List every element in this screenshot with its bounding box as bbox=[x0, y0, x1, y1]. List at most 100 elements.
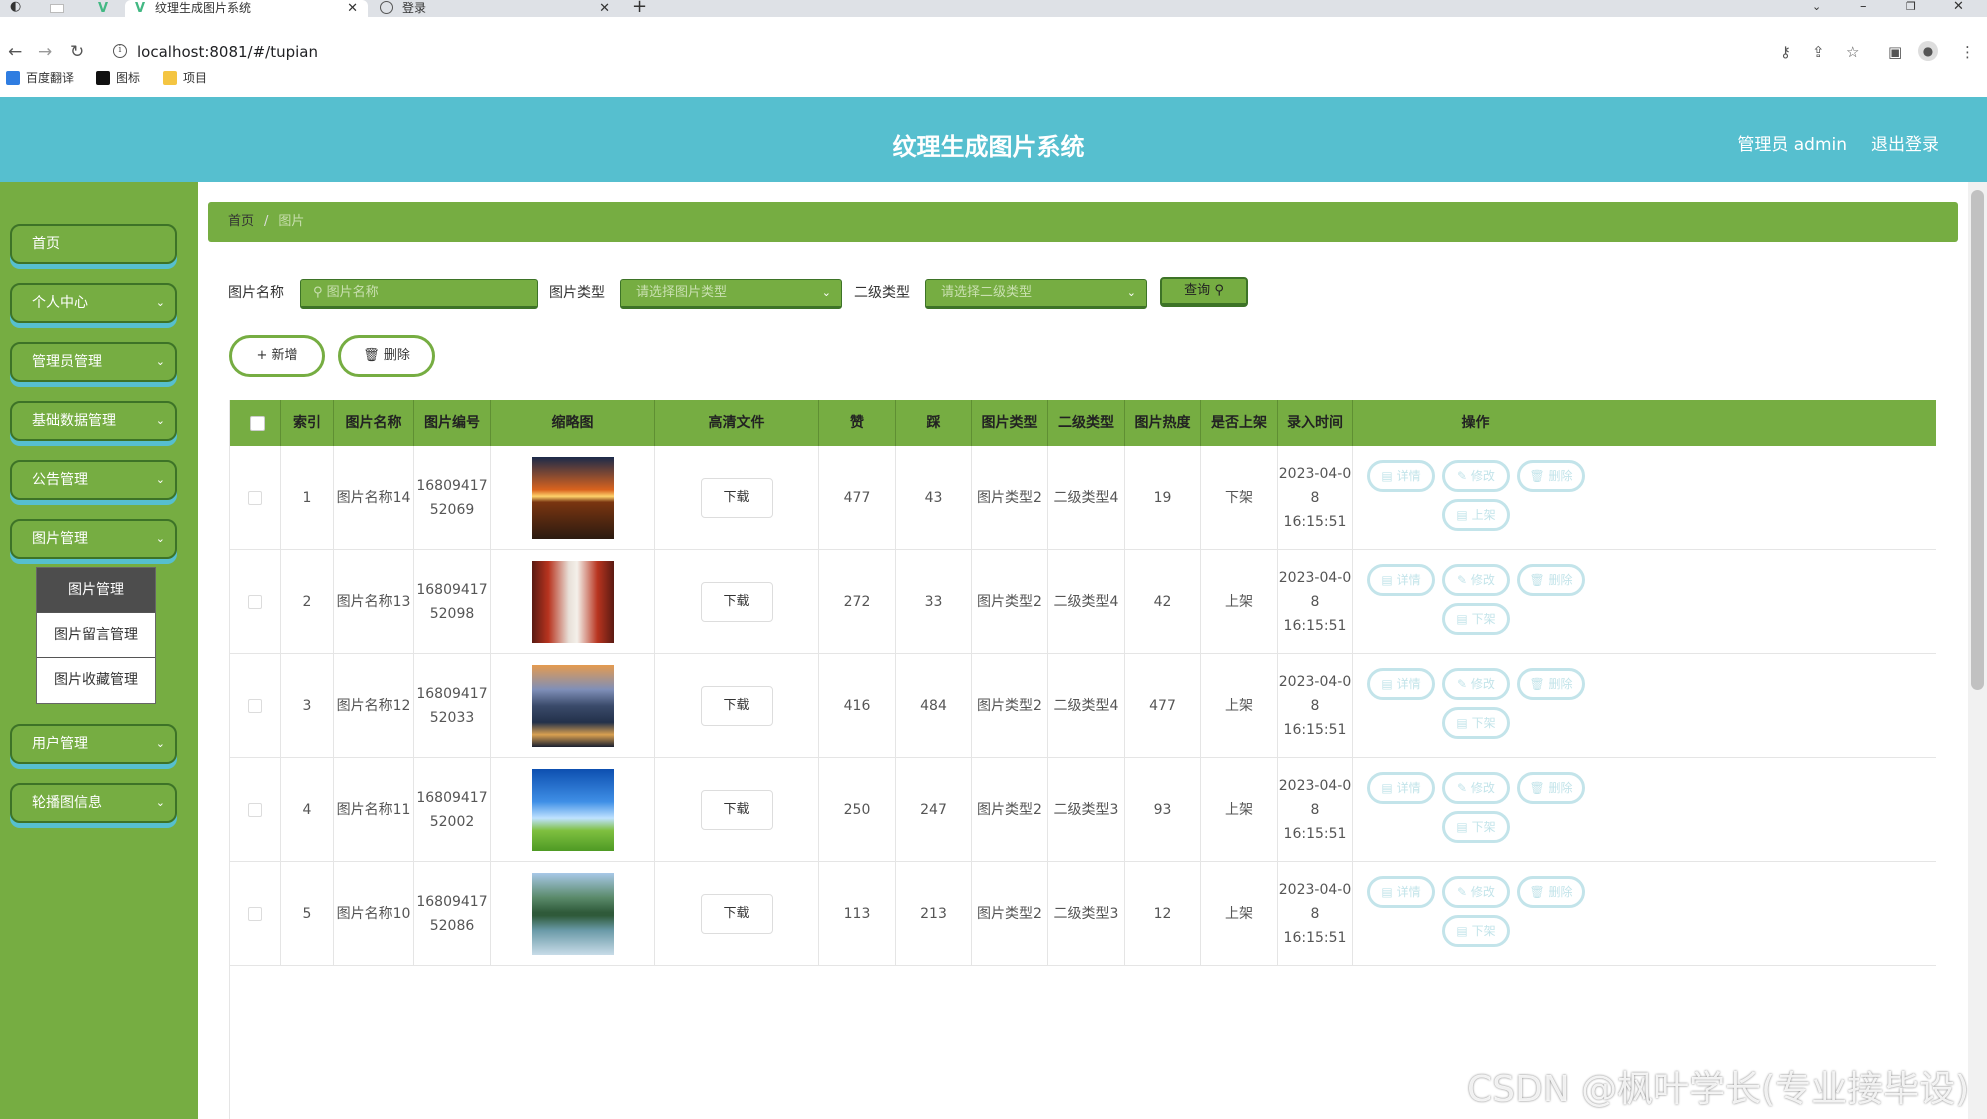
delete-button[interactable]: 🗑︎ 删除 bbox=[338, 335, 435, 377]
translate-icon bbox=[6, 71, 20, 85]
url-text[interactable]: localhost:8081/#/tupian bbox=[137, 43, 318, 61]
row-delete-button[interactable]: 🗑︎ 删除 bbox=[1517, 564, 1585, 596]
bookmark-label: 图标 bbox=[116, 71, 141, 85]
reload-icon[interactable]: ↻ bbox=[70, 42, 84, 62]
minimize-icon[interactable]: – bbox=[1860, 0, 1867, 14]
action-buttons: ▤ 详情 ✎ 修改 🗑︎ 删除 ▤ 下架 bbox=[1353, 550, 1598, 654]
breadcrumb-home[interactable]: 首页 bbox=[228, 214, 254, 229]
download-button[interactable]: 下载 bbox=[700, 894, 773, 934]
sidepanel-icon[interactable]: ▣ bbox=[1888, 43, 1902, 61]
row-delete-button[interactable]: 🗑︎ 删除 bbox=[1517, 876, 1585, 908]
subtype-select[interactable]: 请选择二级类型 ⌄ bbox=[925, 279, 1147, 309]
more-menu-icon[interactable]: ⋮ bbox=[1960, 43, 1975, 61]
download-button[interactable]: 下载 bbox=[700, 582, 773, 622]
name-cell: 图片名称10 bbox=[334, 862, 414, 966]
submenu-image-manage[interactable]: 图片管理 bbox=[37, 568, 155, 613]
sidebar-item-carousel[interactable]: 轮播图信息 ⌄ bbox=[10, 783, 177, 823]
row-delete-label: 删除 bbox=[1548, 677, 1573, 691]
back-icon[interactable]: ← bbox=[8, 42, 22, 62]
download-button[interactable]: 下载 bbox=[700, 790, 773, 830]
download-button[interactable]: 下载 bbox=[700, 686, 773, 726]
share-icon[interactable]: ⇪ bbox=[1812, 43, 1825, 61]
star-icon[interactable]: ☆ bbox=[1846, 43, 1859, 61]
toggle-shelf-button[interactable]: ▤ 下架 bbox=[1442, 603, 1510, 635]
detail-button[interactable]: ▤ 详情 bbox=[1367, 772, 1435, 804]
type-cell: 图片类型2 bbox=[972, 550, 1048, 654]
type-cell: 图片类型2 bbox=[972, 862, 1048, 966]
row-delete-button[interactable]: 🗑︎ 删除 bbox=[1517, 668, 1585, 700]
sidebar-item-home[interactable]: 首页 bbox=[10, 224, 177, 264]
thumbnail-image-sky-meadow[interactable] bbox=[531, 769, 614, 851]
sidebar-item-label: 公告管理 bbox=[32, 472, 88, 488]
delete-label: 删除 bbox=[383, 348, 410, 363]
sidebar-item-label: 轮播图信息 bbox=[32, 795, 102, 811]
row-checkbox[interactable] bbox=[248, 595, 262, 609]
type-select[interactable]: 请选择图片类型 ⌄ bbox=[620, 279, 842, 309]
thumbnail-image-sunset-road[interactable] bbox=[531, 457, 614, 539]
bookmark-icons[interactable]: 图标 bbox=[96, 66, 140, 90]
detail-button[interactable]: ▤ 详情 bbox=[1367, 460, 1435, 492]
sidebar-item-basic-data[interactable]: 基础数据管理 ⌄ bbox=[10, 401, 177, 441]
app-header: 纹理生成图片系统 管理员 admin 退出登录 bbox=[0, 97, 1987, 182]
edit-button[interactable]: ✎ 修改 bbox=[1442, 564, 1510, 596]
like-cell: 272 bbox=[819, 550, 896, 654]
restore-icon[interactable]: ❐ bbox=[1906, 0, 1916, 14]
logout-link[interactable]: 退出登录 bbox=[1871, 130, 1939, 155]
forward-icon[interactable]: → bbox=[38, 42, 52, 62]
sidebar-item-notice[interactable]: 公告管理 ⌄ bbox=[10, 460, 177, 500]
query-button[interactable]: 查询 ⚲ bbox=[1160, 277, 1248, 307]
add-button[interactable]: + 新增 bbox=[229, 335, 325, 377]
detail-button[interactable]: ▤ 详情 bbox=[1367, 668, 1435, 700]
sidebar-item-personal-center[interactable]: 个人中心 ⌄ bbox=[10, 283, 177, 323]
app-title: 纹理生成图片系统 bbox=[892, 133, 1085, 161]
row-checkbox[interactable] bbox=[248, 907, 262, 921]
row-checkbox[interactable] bbox=[248, 803, 262, 817]
document-icon: ▤ bbox=[1456, 508, 1472, 522]
close-icon[interactable]: ✕ bbox=[599, 0, 610, 17]
edit-button[interactable]: ✎ 修改 bbox=[1442, 876, 1510, 908]
key-icon[interactable]: ⚷ bbox=[1780, 43, 1791, 61]
row-delete-button[interactable]: 🗑︎ 删除 bbox=[1517, 772, 1585, 804]
checkbox[interactable] bbox=[250, 416, 265, 431]
document-icon: ▤ bbox=[1381, 781, 1397, 795]
scrollbar-thumb[interactable] bbox=[1971, 190, 1984, 690]
detail-button[interactable]: ▤ 详情 bbox=[1367, 564, 1435, 596]
tab-active[interactable]: V 纹理生成图片系统 ✕ bbox=[125, 0, 368, 17]
browser-menu-icon[interactable]: ◐ bbox=[10, 0, 21, 14]
sidebar-item-admin[interactable]: 管理员管理 ⌄ bbox=[10, 342, 177, 382]
date-line-1: 2023-04-0 bbox=[1278, 570, 1352, 586]
edit-button[interactable]: ✎ 修改 bbox=[1442, 460, 1510, 492]
bookmark-baidu-translate[interactable]: 百度翻译 bbox=[6, 66, 74, 90]
close-icon[interactable]: ✕ bbox=[347, 0, 358, 17]
row-checkbox[interactable] bbox=[248, 491, 262, 505]
thumbnail-image-karst-lake[interactable] bbox=[531, 873, 614, 955]
info-icon[interactable]: i bbox=[113, 44, 127, 58]
download-button[interactable]: 下载 bbox=[700, 478, 773, 518]
actions-cell: ▤ 详情 ✎ 修改 🗑︎ 删除 ▤ 下架 bbox=[1353, 550, 1598, 654]
toggle-shelf-button[interactable]: ▤ 下架 bbox=[1442, 915, 1510, 947]
thumbnail-image-mountain-city[interactable] bbox=[531, 665, 614, 747]
sidebar-item-user[interactable]: 用户管理 ⌄ bbox=[10, 724, 177, 764]
watermark: CSDN @枫叶学长(专业接毕设) bbox=[1467, 1069, 1970, 1110]
edit-button[interactable]: ✎ 修改 bbox=[1442, 668, 1510, 700]
thumbnail-image-red-corridor[interactable] bbox=[531, 561, 614, 643]
row-checkbox[interactable] bbox=[248, 699, 262, 713]
header-select-all[interactable] bbox=[230, 400, 281, 446]
detail-button[interactable]: ▤ 详情 bbox=[1367, 876, 1435, 908]
toggle-shelf-button[interactable]: ▤ 下架 bbox=[1442, 811, 1510, 843]
name-search-input[interactable]: ⚲ 图片名称 bbox=[300, 279, 538, 309]
sidebar-item-image[interactable]: 图片管理 ⌄ bbox=[10, 519, 177, 559]
toggle-shelf-button[interactable]: ▤ 上架 bbox=[1442, 499, 1510, 531]
bookmark-project[interactable]: 项目 bbox=[163, 66, 207, 90]
submenu-image-comments[interactable]: 图片留言管理 bbox=[37, 613, 155, 658]
profile-avatar-icon[interactable]: ● bbox=[1918, 41, 1938, 61]
tab-blank[interactable] bbox=[38, 0, 98, 17]
chevron-down-icon[interactable]: ⌄ bbox=[1812, 0, 1821, 14]
toggle-shelf-button[interactable]: ▤ 下架 bbox=[1442, 707, 1510, 739]
tab-login[interactable]: 登录 ✕ bbox=[372, 0, 620, 17]
submenu-image-favorites[interactable]: 图片收藏管理 bbox=[37, 658, 155, 703]
edit-button[interactable]: ✎ 修改 bbox=[1442, 772, 1510, 804]
row-delete-button[interactable]: 🗑︎ 删除 bbox=[1517, 460, 1585, 492]
close-window-icon[interactable]: ✕ bbox=[1953, 0, 1964, 14]
new-tab-icon[interactable]: + bbox=[632, 0, 647, 16]
